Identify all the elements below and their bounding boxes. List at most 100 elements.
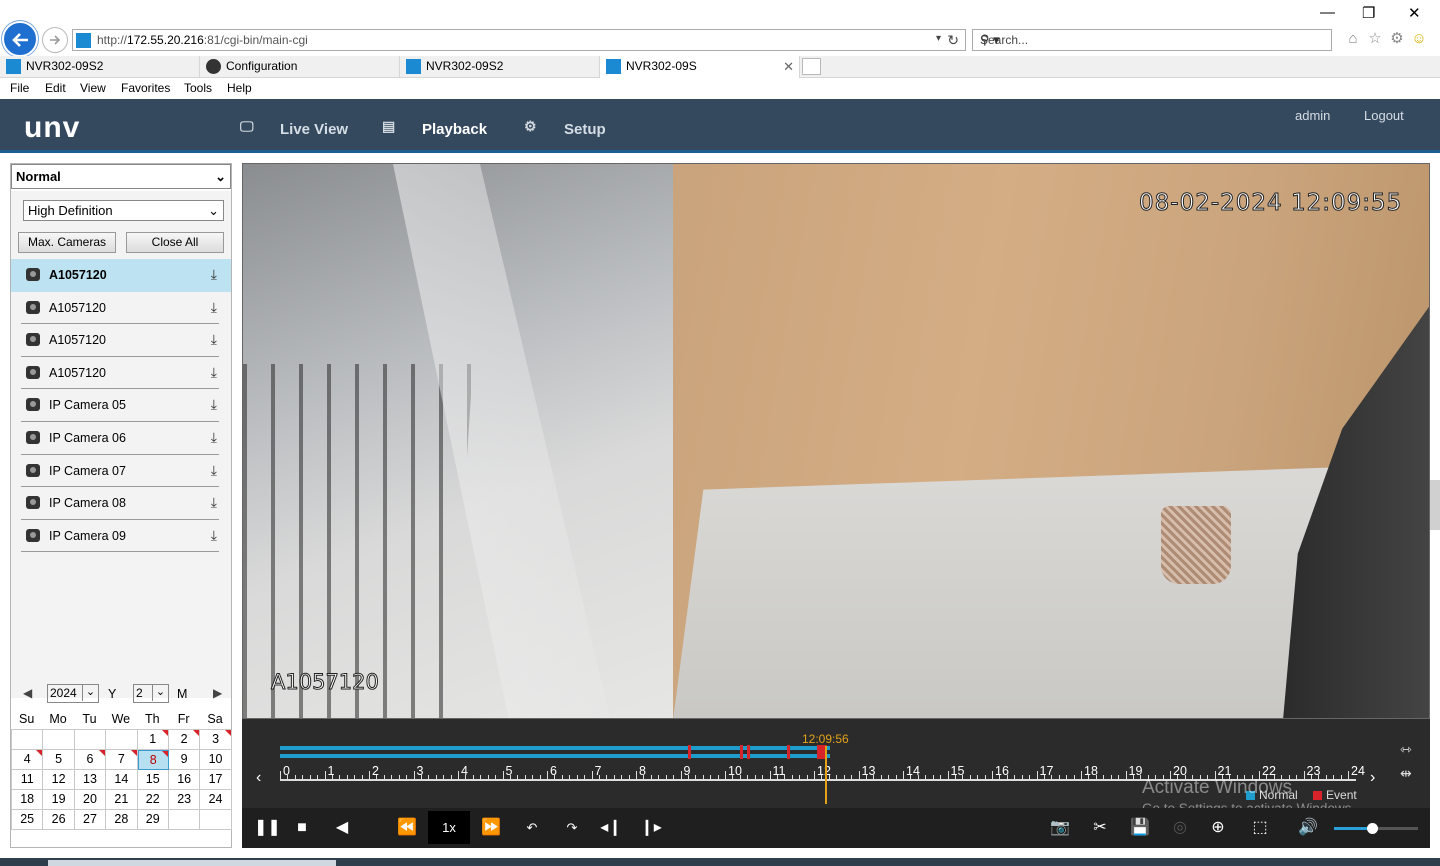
- year-select[interactable]: 2024 ⌄: [47, 684, 99, 703]
- skip-forward-30s-icon[interactable]: ↷: [560, 815, 584, 841]
- minimize-window-icon[interactable]: —: [1320, 4, 1335, 21]
- calendar-day[interactable]: 9: [168, 750, 201, 770]
- tab-nvr302-09s2-b[interactable]: NVR302-09S2: [400, 56, 600, 78]
- calendar-day[interactable]: 8: [137, 750, 169, 770]
- event-marker[interactable]: [747, 745, 750, 759]
- next-month-icon[interactable]: ▶: [213, 686, 222, 700]
- calendar-day[interactable]: 22: [137, 790, 169, 810]
- restore-window-icon[interactable]: ❐: [1362, 4, 1375, 22]
- menu-help[interactable]: Help: [227, 81, 252, 95]
- zoom-search-icon[interactable]: ⊕: [1206, 815, 1230, 841]
- slow-down-icon[interactable]: ⏪: [396, 815, 418, 841]
- side-collapse-handle[interactable]: [1430, 480, 1440, 530]
- nav-setup[interactable]: ⚙ Setup: [524, 99, 624, 150]
- horizontal-scrollbar[interactable]: [48, 860, 336, 866]
- calendar-day[interactable]: 14: [106, 770, 138, 790]
- camera-row[interactable]: IP Camera 05 ⤓: [21, 389, 219, 422]
- next-frame-icon[interactable]: ❙▸: [640, 815, 662, 841]
- calendar-day[interactable]: 28: [106, 810, 138, 830]
- video-playback-window[interactable]: 08-02-2024 12:09:55 A1057120: [242, 163, 1430, 719]
- previous-frame-icon[interactable]: ◂❙: [600, 815, 622, 841]
- favorites-star-icon[interactable]: ☆: [1364, 29, 1386, 47]
- calendar-day[interactable]: 20: [74, 790, 107, 810]
- timeline-zoom-out-icon[interactable]: ⇹: [1400, 765, 1412, 782]
- volume-slider[interactable]: [1334, 823, 1418, 834]
- download-icon[interactable]: ⤓: [211, 462, 217, 479]
- tab-nvr302-09s2-a[interactable]: NVR302-09S2: [0, 56, 200, 78]
- back-button[interactable]: [2, 21, 38, 57]
- calendar-day[interactable]: 23: [168, 790, 201, 810]
- menu-favorites[interactable]: Favorites: [121, 81, 170, 95]
- calendar-day[interactable]: 2: [168, 730, 201, 750]
- max-cameras-button[interactable]: Max. Cameras: [18, 232, 116, 253]
- logout-link[interactable]: Logout: [1364, 108, 1404, 123]
- calendar-day[interactable]: 18: [12, 790, 44, 810]
- pause-icon[interactable]: ❚❚: [254, 815, 281, 841]
- reverse-play-icon[interactable]: ◀: [332, 815, 352, 841]
- stop-icon[interactable]: ■: [292, 815, 312, 841]
- calendar-day[interactable]: 24: [200, 790, 232, 810]
- timeline-zoom-in-icon[interactable]: ⇿: [1400, 741, 1412, 758]
- address-dropdown-icon[interactable]: ▾: [936, 33, 941, 44]
- smiley-feedback-icon[interactable]: ☺: [1408, 30, 1430, 47]
- close-window-icon[interactable]: ✕: [1408, 4, 1421, 22]
- search-icon[interactable]: ⚲ ▾: [980, 32, 1321, 48]
- search-input[interactable]: Search... ⚲ ▾: [972, 29, 1332, 51]
- skip-back-30s-icon[interactable]: ↶: [520, 815, 544, 841]
- digital-zoom-icon[interactable]: ◎: [1168, 815, 1192, 841]
- download-icon[interactable]: ⤓: [211, 494, 217, 511]
- camera-row[interactable]: A1057120 ⤓: [11, 259, 231, 292]
- calendar-day[interactable]: 13: [74, 770, 107, 790]
- download-icon[interactable]: ⤓: [211, 299, 217, 316]
- camera-row[interactable]: IP Camera 08 ⤓: [21, 487, 219, 520]
- calendar-day[interactable]: 29: [137, 810, 169, 830]
- speed-up-icon[interactable]: ⏩: [480, 815, 502, 841]
- calendar-day[interactable]: 15: [137, 770, 169, 790]
- playback-mode-select[interactable]: Normal ⌄: [11, 164, 231, 189]
- camera-row[interactable]: IP Camera 09 ⤓: [21, 520, 219, 553]
- refresh-icon[interactable]: ↻: [947, 32, 959, 49]
- new-tab-button[interactable]: [802, 58, 821, 75]
- month-select[interactable]: 2 ⌄: [133, 684, 169, 703]
- menu-file[interactable]: File: [10, 81, 29, 95]
- previous-month-icon[interactable]: ◀: [23, 686, 32, 700]
- tab-configuration[interactable]: Configuration: [200, 56, 400, 78]
- home-icon[interactable]: ⌂: [1342, 30, 1364, 47]
- calendar-day[interactable]: 25: [12, 810, 44, 830]
- menu-tools[interactable]: Tools: [184, 81, 212, 95]
- clip-scissors-icon[interactable]: ✂: [1088, 815, 1112, 841]
- snapshot-camera-icon[interactable]: 📷: [1048, 815, 1072, 841]
- nav-playback[interactable]: ▤ Playback: [362, 99, 502, 153]
- calendar-day[interactable]: 10: [200, 750, 232, 770]
- download-icon[interactable]: ⤓: [211, 266, 217, 283]
- volume-knob[interactable]: [1366, 823, 1378, 834]
- timeline-cursor[interactable]: [825, 746, 827, 804]
- timeline-right-arrow-icon[interactable]: ›: [1370, 769, 1375, 787]
- calendar-day[interactable]: 7: [106, 750, 138, 770]
- camera-row[interactable]: IP Camera 07 ⤓: [21, 455, 219, 488]
- calendar-day[interactable]: 21: [106, 790, 138, 810]
- camera-row[interactable]: A1057120 ⤓: [21, 324, 219, 357]
- close-all-button[interactable]: Close All: [126, 232, 224, 253]
- camera-row[interactable]: A1057120 ⤓: [21, 292, 219, 325]
- calendar-day[interactable]: 5: [43, 750, 75, 770]
- event-marker[interactable]: [787, 745, 790, 759]
- menu-view[interactable]: View: [80, 81, 106, 95]
- download-icon[interactable]: ⤓: [211, 527, 217, 544]
- tab-nvr302-09s[interactable]: NVR302-09S ✕: [600, 56, 800, 78]
- camera-row[interactable]: IP Camera 06 ⤓: [21, 422, 219, 455]
- save-disk-icon[interactable]: 💾: [1128, 815, 1152, 841]
- timeline-left-arrow-icon[interactable]: ‹: [256, 769, 261, 787]
- region-select-icon[interactable]: ⬚: [1248, 815, 1272, 841]
- download-icon[interactable]: ⤓: [211, 429, 217, 446]
- calendar-day[interactable]: 26: [43, 810, 75, 830]
- calendar-day[interactable]: 19: [43, 790, 75, 810]
- calendar-day[interactable]: 27: [74, 810, 107, 830]
- settings-gear-icon[interactable]: ⚙: [1386, 29, 1408, 47]
- event-marker[interactable]: [688, 745, 691, 759]
- download-icon[interactable]: ⤓: [211, 331, 217, 348]
- menu-edit[interactable]: Edit: [45, 81, 66, 95]
- calendar-day[interactable]: 16: [168, 770, 201, 790]
- volume-speaker-icon[interactable]: 🔊: [1296, 815, 1320, 841]
- download-icon[interactable]: ⤓: [211, 364, 217, 381]
